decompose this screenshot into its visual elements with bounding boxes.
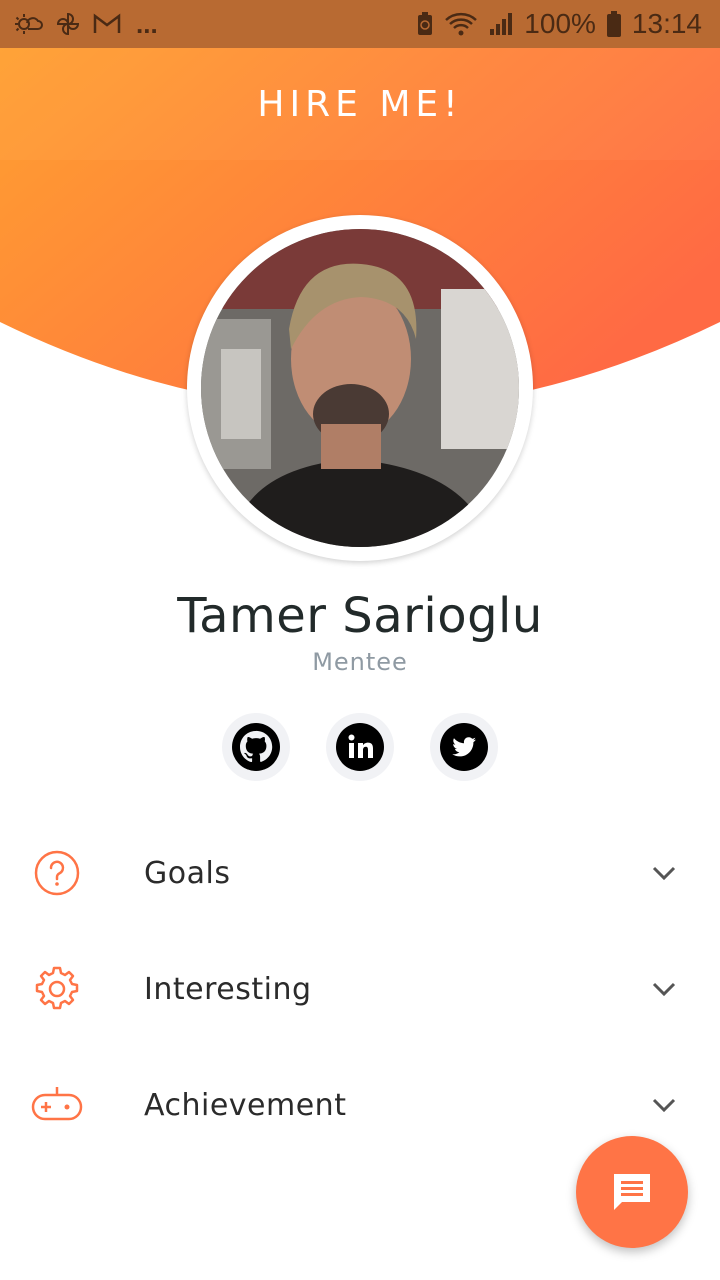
github-icon — [232, 723, 280, 771]
gmail-icon — [93, 13, 121, 33]
avatar — [187, 215, 533, 561]
section-label: Interesting — [144, 971, 312, 1007]
pinwheel-icon — [56, 12, 80, 36]
chat-fab-button[interactable] — [576, 1136, 688, 1248]
social-links — [0, 713, 720, 781]
status-bar: ... 100% 13:14 — [0, 0, 720, 48]
clock: 13:14 — [631, 8, 702, 39]
weather-icon — [15, 14, 43, 34]
signal-icon — [490, 13, 513, 35]
chat-icon — [614, 1174, 650, 1210]
section-goals[interactable]: Goals — [0, 833, 720, 913]
section-achievement[interactable]: Achievement — [0, 1065, 720, 1145]
more-notifications: ... — [136, 8, 158, 39]
chevron-down-icon — [652, 982, 676, 997]
twitter-button[interactable] — [430, 713, 498, 781]
linkedin-button[interactable] — [326, 713, 394, 781]
battery-percent: 100% — [524, 8, 596, 39]
gamepad-icon — [31, 1087, 83, 1121]
chevron-down-icon — [652, 866, 676, 881]
profile-name: Tamer Sarioglu — [177, 588, 543, 644]
battery-icon — [606, 11, 621, 37]
section-label: Achievement — [144, 1087, 347, 1123]
chevron-down-icon — [652, 1098, 676, 1113]
gear-icon — [35, 966, 79, 1010]
section-label: Goals — [144, 855, 231, 891]
question-icon — [34, 850, 80, 896]
github-button[interactable] — [222, 713, 290, 781]
profile-role: Mentee — [312, 648, 408, 676]
wifi-icon — [445, 12, 478, 36]
profile-photo — [201, 229, 519, 547]
hire-me-button[interactable]: HIRE ME! — [0, 48, 720, 160]
linkedin-icon — [336, 723, 384, 771]
section-interesting[interactable]: Interesting — [0, 949, 720, 1029]
twitter-icon — [440, 723, 488, 771]
battery-saver-icon — [418, 12, 433, 35]
hire-me-label: HIRE ME! — [257, 83, 463, 125]
